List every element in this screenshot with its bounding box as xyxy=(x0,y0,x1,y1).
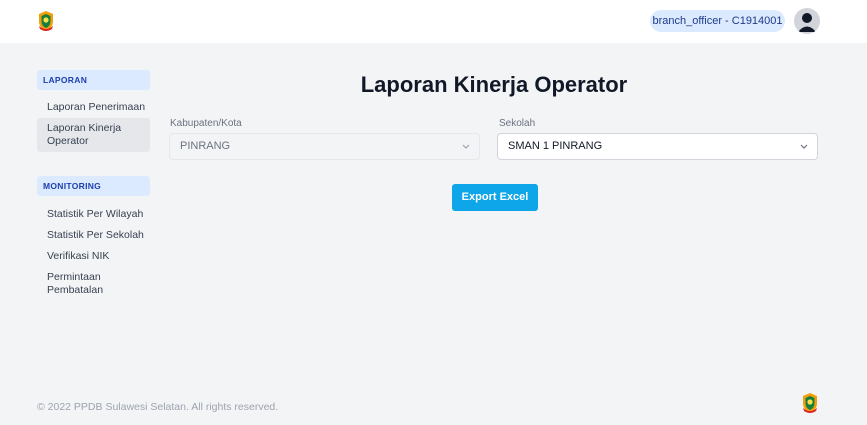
sidebar-item-statistik-per-wilayah[interactable]: Statistik Per Wilayah xyxy=(37,208,150,221)
kabupaten-label: Kabupaten/Kota xyxy=(170,118,242,129)
sidebar-item-permintaan-pembatalan[interactable]: Permintaan Pembatalan xyxy=(37,271,137,297)
sidebar-item-verifikasi-nik[interactable]: Verifikasi NIK xyxy=(37,250,150,263)
sidebar-section-laporan: LAPORAN xyxy=(37,70,150,90)
sekolah-label: Sekolah xyxy=(499,118,536,129)
provincial-emblem-icon[interactable] xyxy=(36,10,56,32)
provincial-emblem-icon xyxy=(803,393,817,413)
user-badge[interactable]: branch_officer - C1914001 xyxy=(650,10,785,32)
kabupaten-select[interactable]: PINRANG xyxy=(169,133,480,160)
chevron-down-icon xyxy=(462,144,470,149)
chevron-down-icon xyxy=(800,144,808,149)
sekolah-value: SMAN 1 PINRANG xyxy=(508,140,603,152)
footer-copyright: © 2022 PPDB Sulawesi Selatan. All rights… xyxy=(37,401,279,413)
sidebar-item-laporan-penerimaan[interactable]: Laporan Penerimaan xyxy=(37,101,150,114)
sidebar-item-statistik-per-sekolah[interactable]: Statistik Per Sekolah xyxy=(37,229,150,242)
sidebar-item-laporan-kinerja-operator[interactable]: Laporan Kinerja Operator xyxy=(37,118,150,152)
export-excel-button[interactable]: Export Excel xyxy=(452,184,538,211)
user-avatar-icon[interactable] xyxy=(794,8,820,34)
sekolah-select[interactable]: SMAN 1 PINRANG xyxy=(497,133,818,160)
page-title: Laporan Kinerja Operator xyxy=(360,72,628,97)
top-header: branch_officer - C1914001 xyxy=(0,0,867,43)
sidebar-section-monitoring: MONITORING xyxy=(37,176,150,196)
kabupaten-value: PINRANG xyxy=(180,140,231,152)
